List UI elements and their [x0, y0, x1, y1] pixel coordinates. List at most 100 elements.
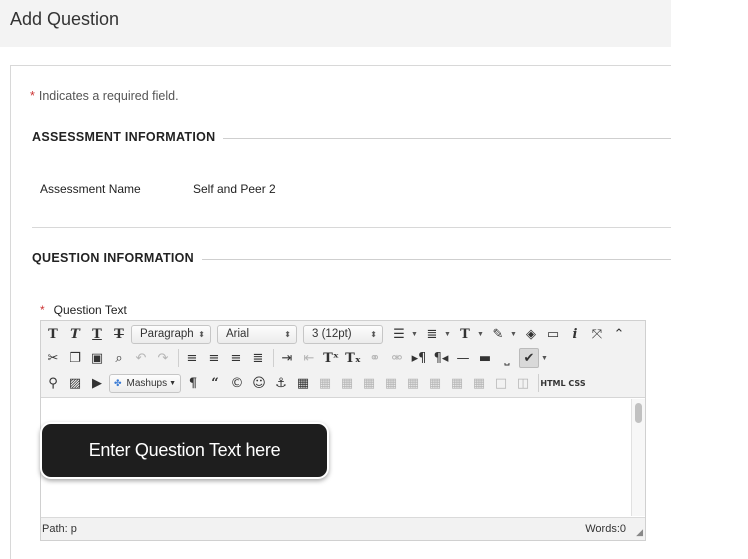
- paragraph-format-select[interactable]: Paragraph ⬍: [131, 324, 211, 344]
- mashups-label: Mashups: [126, 377, 168, 389]
- find-icon[interactable]: ⌕: [109, 348, 129, 368]
- dropdown-arrow-icon[interactable]: ▼: [541, 355, 549, 362]
- question-text-label: * Question Text: [40, 303, 127, 317]
- underline-icon[interactable]: T: [87, 324, 107, 344]
- delete-col-icon[interactable]: ▦: [469, 373, 489, 393]
- page-header: Add Question: [0, 0, 671, 47]
- table-icon[interactable]: ▦: [293, 373, 313, 393]
- toolbar-row-1: T T T T Paragraph ⬍ Arial ⬍ 3 (12pt) ⬍ ☰ ▼ ≣…: [43, 322, 631, 346]
- bold-icon[interactable]: T: [43, 324, 63, 344]
- font-select-value: Arial: [226, 328, 250, 340]
- table-row-props-icon[interactable]: ▦: [315, 373, 335, 393]
- rtl-icon[interactable]: ¶◂: [431, 348, 451, 368]
- table-cell-props-icon[interactable]: ▦: [337, 373, 357, 393]
- required-field-note: * Indicates a required field.: [30, 89, 179, 103]
- dropdown-arrow-icon[interactable]: ▼: [477, 331, 485, 338]
- align-center-icon[interactable]: ≡: [204, 348, 224, 368]
- unordered-list-icon[interactable]: ☰: [389, 324, 409, 344]
- assessment-name-value: Self and Peer 2: [193, 182, 276, 196]
- indent-icon[interactable]: ⇥: [277, 348, 297, 368]
- cut-icon[interactable]: ✂: [43, 348, 63, 368]
- toolbar-separator: [538, 374, 539, 392]
- insert-row-before-icon[interactable]: ▦: [359, 373, 379, 393]
- insert-col-before-icon[interactable]: ▦: [425, 373, 445, 393]
- delete-row-icon[interactable]: ▦: [403, 373, 423, 393]
- scroll-thumb[interactable]: [635, 403, 642, 423]
- insert-col-after-icon[interactable]: ▦: [447, 373, 467, 393]
- italic-icon[interactable]: T: [65, 324, 85, 344]
- align-right-icon[interactable]: ≡: [226, 348, 246, 368]
- updown-arrow-icon: ⬍: [284, 329, 291, 339]
- ordered-list-icon[interactable]: ≣: [422, 324, 442, 344]
- font-size-select[interactable]: 3 (12pt) ⬍: [303, 324, 383, 344]
- mashups-select[interactable]: ✤ Mashups ▼: [109, 373, 181, 393]
- emoticon-icon[interactable]: ☺: [249, 373, 269, 393]
- editor-toolbar: T T T T Paragraph ⬍ Arial ⬍ 3 (12pt) ⬍ ☰ ▼ ≣…: [41, 321, 645, 398]
- align-left-icon[interactable]: ≡: [182, 348, 202, 368]
- insert-image-icon[interactable]: ▨: [65, 373, 85, 393]
- strikethrough-icon[interactable]: T: [109, 324, 129, 344]
- copyright-icon[interactable]: ©: [227, 373, 247, 393]
- assessment-info-heading: ASSESSMENT INFORMATION: [32, 130, 224, 144]
- section-rule: [200, 138, 671, 139]
- dropdown-arrow-icon[interactable]: ▼: [444, 331, 452, 338]
- page-title: Add Question: [10, 9, 120, 29]
- element-path: Path: p: [42, 523, 77, 535]
- justify-icon[interactable]: ≣: [248, 348, 268, 368]
- assessment-name-label: Assessment Name: [40, 182, 141, 196]
- size-select-value: 3 (12pt): [312, 328, 352, 340]
- subscript-icon[interactable]: Tₓ: [343, 348, 363, 368]
- paragraph-mark-icon[interactable]: ¶: [183, 373, 203, 393]
- paragraph-select-value: Paragraph: [140, 328, 194, 340]
- question-info-heading: QUESTION INFORMATION: [32, 251, 203, 265]
- font-family-select[interactable]: Arial ⬍: [217, 324, 297, 344]
- collapse-toolbar-icon[interactable]: ⌃: [609, 324, 629, 344]
- dropdown-arrow-icon[interactable]: ▼: [510, 331, 518, 338]
- spellcheck-icon[interactable]: ✔: [519, 348, 539, 368]
- toolbar-separator: [273, 349, 274, 367]
- word-count: Words:0: [585, 523, 626, 535]
- info-icon[interactable]: i: [565, 324, 585, 344]
- anchor-icon[interactable]: ⚓: [271, 373, 291, 393]
- text-color-icon[interactable]: T: [455, 324, 475, 344]
- redo-icon[interactable]: ↷: [153, 348, 173, 368]
- html-source-button[interactable]: HTML: [540, 373, 565, 393]
- required-note-text: Indicates a required field.: [38, 89, 179, 103]
- fullscreen-icon[interactable]: ⤧: [587, 324, 607, 344]
- link-icon[interactable]: ⚭: [365, 348, 385, 368]
- editor-scrollbar[interactable]: [631, 399, 645, 516]
- insert-media-icon[interactable]: ▶: [87, 373, 107, 393]
- outdent-icon[interactable]: ⇤: [299, 348, 319, 368]
- dropdown-arrow-icon: ▼: [169, 379, 176, 387]
- toolbar-separator: [178, 349, 179, 367]
- nonbreaking-space-icon[interactable]: ⎵: [497, 348, 517, 368]
- css-button[interactable]: CSS: [566, 373, 588, 393]
- section-rule: [196, 259, 671, 260]
- updown-arrow-icon: ⬍: [370, 329, 377, 339]
- blockquote-icon[interactable]: “: [205, 373, 225, 393]
- line-icon[interactable]: ▬: [475, 348, 495, 368]
- ltr-icon[interactable]: ▸¶: [409, 348, 429, 368]
- insert-row-after-icon[interactable]: ▦: [381, 373, 401, 393]
- unlink-icon[interactable]: ⚮: [387, 348, 407, 368]
- eraser-icon[interactable]: ◈: [521, 324, 541, 344]
- question-text-label-text: Question Text: [53, 303, 127, 317]
- horizontal-rule-icon[interactable]: —: [453, 348, 473, 368]
- undo-icon[interactable]: ↶: [131, 348, 151, 368]
- paste-icon[interactable]: ▣: [87, 348, 107, 368]
- preview-icon[interactable]: ▭: [543, 324, 563, 344]
- attach-file-icon[interactable]: ⚲: [43, 373, 63, 393]
- section-divider: [32, 227, 671, 228]
- required-star: *: [40, 303, 45, 317]
- updown-arrow-icon: ⬍: [198, 329, 205, 339]
- dropdown-arrow-icon[interactable]: ▼: [411, 331, 419, 338]
- split-cells-icon[interactable]: □: [491, 373, 511, 393]
- editor-statusbar: Path: p Words:0 ◢: [41, 517, 645, 540]
- copy-icon[interactable]: ❐: [65, 348, 85, 368]
- resize-grip-icon[interactable]: ◢: [636, 527, 643, 538]
- merge-cells-icon[interactable]: ◫: [513, 373, 533, 393]
- superscript-icon[interactable]: Tˣ: [321, 348, 341, 368]
- instruction-callout: Enter Question Text here: [40, 422, 329, 479]
- toolbar-row-3: ⚲ ▨ ▶ ✤ Mashups ▼ ¶ “ © ☺ ⚓ ▦ ▦ ▦ ▦ ▦ ▦ ▦ …: [43, 371, 590, 395]
- highlight-icon[interactable]: ✎: [488, 324, 508, 344]
